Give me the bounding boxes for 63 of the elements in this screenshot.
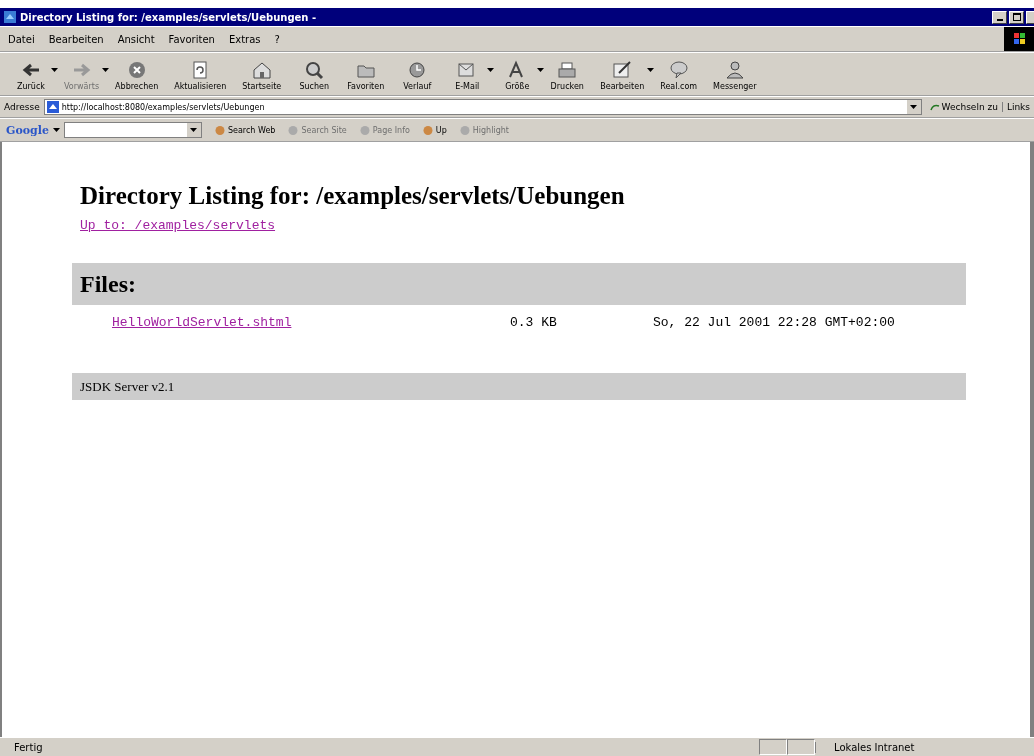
- page-heading: Directory Listing for: /examples/servlets/Uebungen: [80, 182, 626, 210]
- server-version: JSDK Server v2.1: [80, 378, 175, 395]
- toolbar-button[interactable]: Drucken: [544, 57, 591, 91]
- toolbar-button[interactable]: E-Mail: [444, 57, 491, 91]
- minimize-button[interactable]: [992, 10, 1007, 24]
- window-title: Directory Listing for: /examples/servlets/Uebungen -: [20, 11, 317, 23]
- dropdown-arrow-icon: [487, 67, 495, 72]
- go-button[interactable]: Wechseln zu: [925, 102, 1003, 112]
- page-icon: [3, 10, 17, 24]
- section-title: Files:: [80, 270, 136, 298]
- toolbar-button[interactable]: Zurück: [8, 57, 54, 91]
- menu-item[interactable]: Ansicht: [117, 33, 155, 45]
- circle-icon: [287, 124, 300, 136]
- edit-icon: [611, 59, 634, 80]
- dropdown-arrow-icon: [52, 128, 60, 132]
- toolbar-button[interactable]: Suchen: [291, 57, 338, 91]
- circle-icon: [213, 124, 226, 136]
- page-icon: [46, 101, 59, 113]
- dropdown-arrow-icon: [102, 67, 110, 72]
- dropdown-arrow-icon: [647, 67, 655, 72]
- menu-item[interactable]: Datei: [8, 33, 35, 45]
- toolbar-button[interactable]: Größe: [494, 57, 541, 91]
- toolbar-button[interactable]: Startseite: [236, 57, 288, 91]
- maximize-button[interactable]: [1009, 10, 1024, 24]
- dropdown-arrow-icon: [537, 67, 545, 72]
- toolbar-button[interactable]: Verlauf: [394, 57, 441, 91]
- dropdown-arrow-icon: [51, 67, 58, 72]
- status-text: Fertig: [13, 741, 44, 753]
- google-logo[interactable]: Google: [6, 123, 49, 137]
- search-field[interactable]: [63, 122, 202, 138]
- circle-icon: [358, 124, 371, 136]
- toolbar-button[interactable]: Abbrechen: [109, 57, 165, 91]
- toolbar-button[interactable]: Aktualisieren: [168, 57, 233, 91]
- toolbar-button[interactable]: Messenger: [707, 57, 763, 91]
- toolbar-button[interactable]: Up: [421, 124, 447, 136]
- address-label: Adresse: [4, 102, 40, 112]
- circle-icon: [421, 124, 434, 136]
- close-button[interactable]: [1026, 10, 1034, 24]
- toolbar-button[interactable]: Real.com: [654, 57, 704, 91]
- file-date: So, 22 Jul 2001 22:28 GMT+02:00: [653, 315, 895, 332]
- links-button[interactable]: Links: [1006, 102, 1034, 112]
- menu-item[interactable]: Bearbeiten: [48, 33, 104, 45]
- toolbar-button[interactable]: Favoriten: [341, 57, 391, 91]
- status-panel: [759, 739, 787, 755]
- status-panel: [787, 739, 815, 755]
- file-link[interactable]: HelloWorldServlet.shtml: [112, 315, 510, 333]
- address-field[interactable]: http://localhost:8080/examples/servlets/Uebungen: [43, 99, 922, 115]
- toolbar-button[interactable]: Search Web: [213, 124, 276, 136]
- dropdown-arrow-icon: [910, 105, 918, 109]
- search-icon: [303, 59, 326, 80]
- circle-icon: [458, 124, 471, 136]
- toolbar-button[interactable]: Bearbeiten: [594, 57, 651, 91]
- file-size: 0.3 KB: [510, 315, 558, 332]
- menu-item[interactable]: ?: [274, 33, 280, 45]
- speech-bubble-icon: [667, 59, 690, 80]
- printer-icon: [556, 59, 579, 80]
- windows-logo-icon: [1004, 27, 1034, 51]
- menu-item[interactable]: Extras: [228, 33, 261, 45]
- menu-item[interactable]: Favoriten: [168, 33, 215, 45]
- parent-directory-link[interactable]: Up to: /examples/servlets: [80, 218, 276, 233]
- security-zone: Lokales Intranet: [815, 741, 1034, 753]
- maximize-icon: [1012, 13, 1021, 21]
- dropdown-arrow-icon: [190, 128, 198, 132]
